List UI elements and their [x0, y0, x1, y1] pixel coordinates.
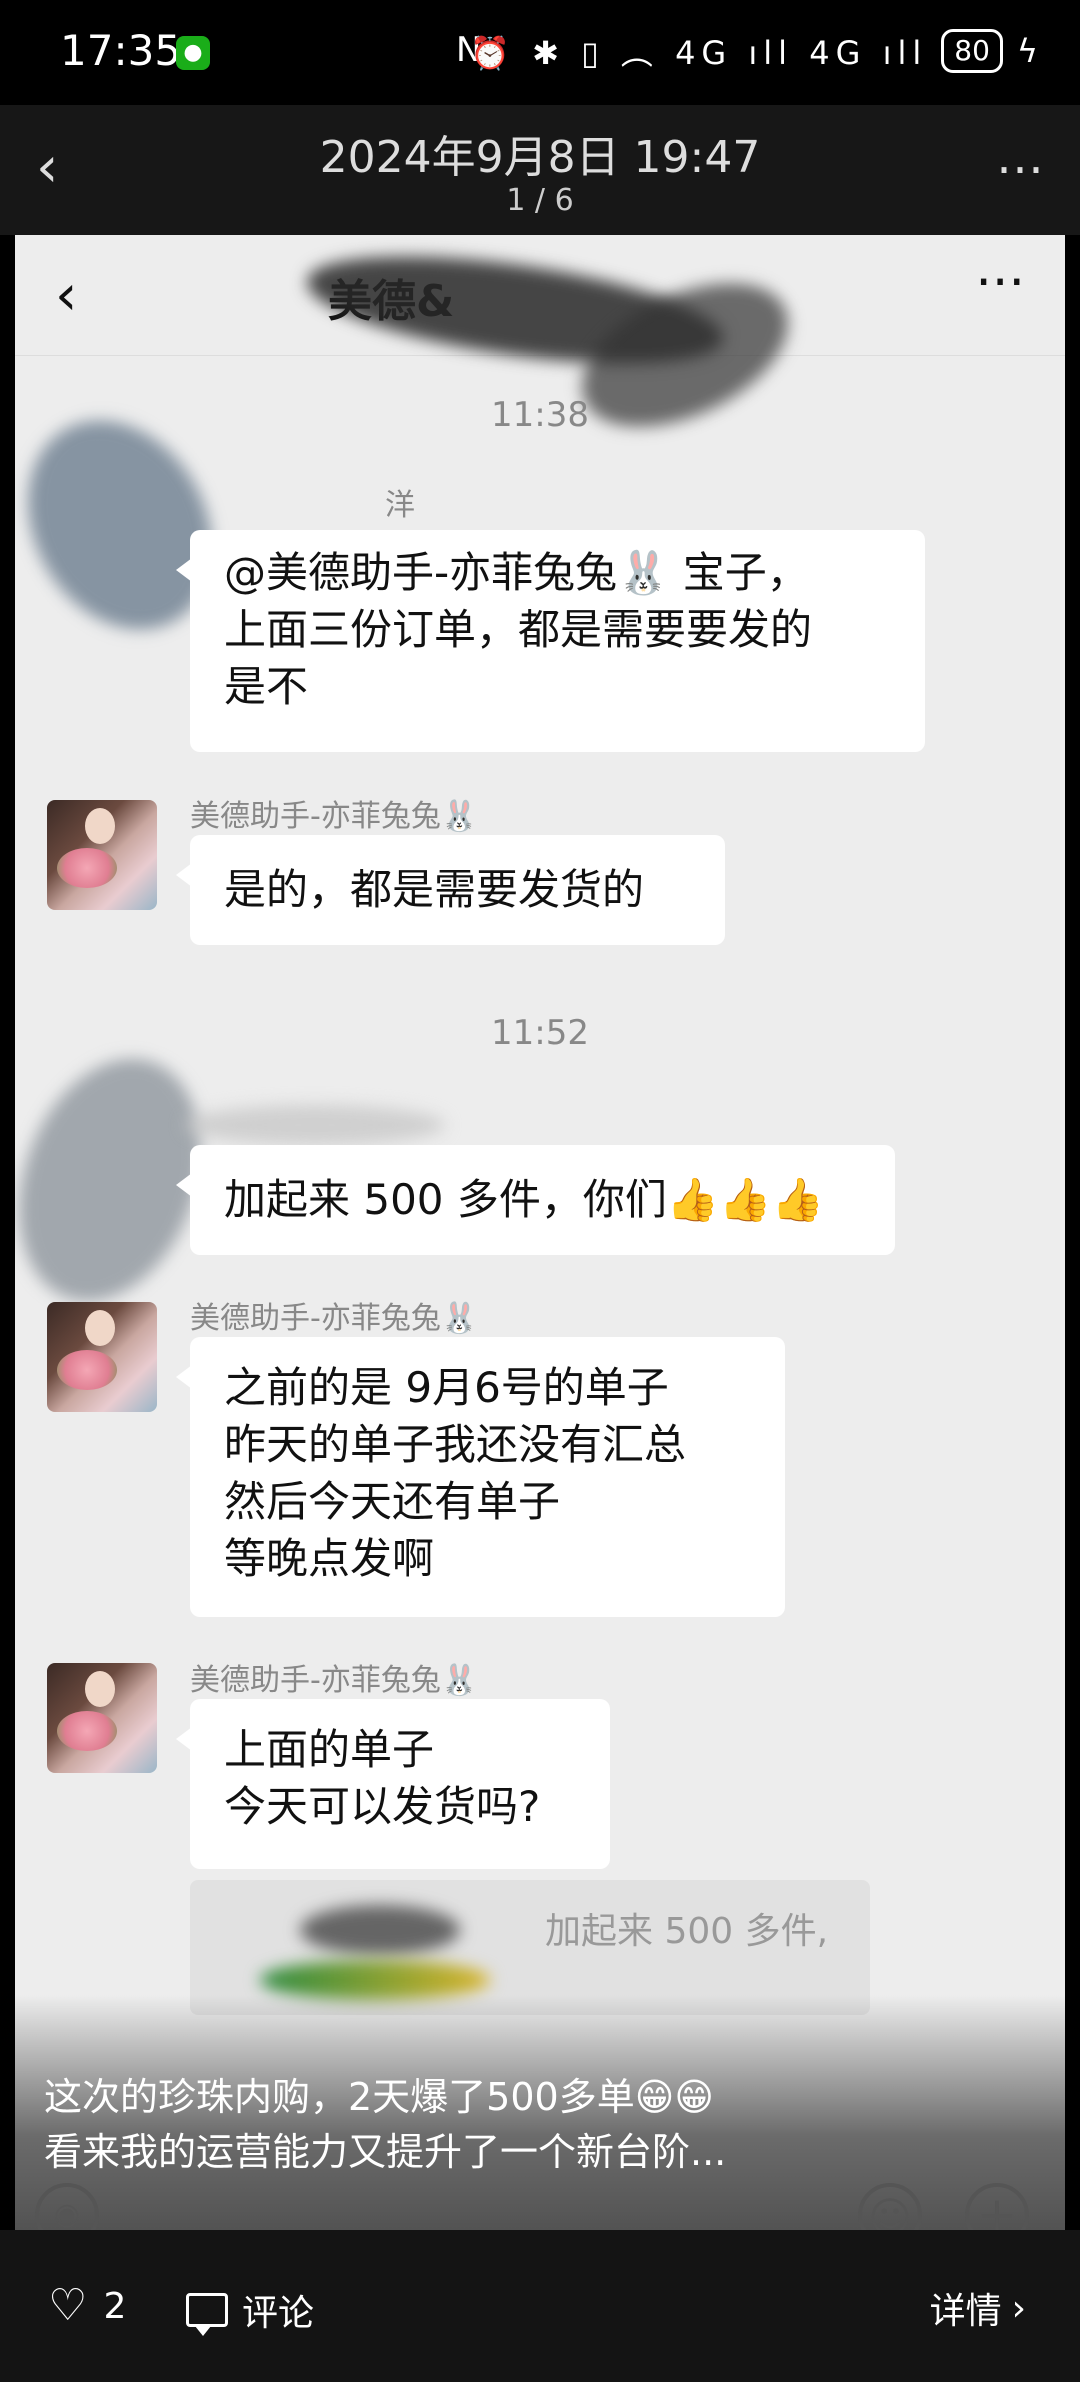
more-options-button[interactable]: ⋯	[996, 141, 1046, 197]
post-caption[interactable]: 这次的珍珠内购，2天爆了500多单😁😁 看来我的运营能力又提升了一个新台阶...	[44, 2070, 1044, 2180]
sender-name: 洋	[385, 488, 415, 523]
chat-timestamp: 11:52	[491, 1013, 589, 1053]
caption-line: 看来我的运营能力又提升了一个新台阶...	[44, 2130, 727, 2174]
message-bubble: @美德助手-亦菲兔兔🐰 宝子， 上面三份订单，都是需要要发的 是不	[176, 530, 925, 752]
status-time: 17:35	[60, 26, 182, 75]
message-bubble: 之前的是 9月6号的单子 昨天的单子我还没有汇总 然后今天还有单子 等晚点发啊	[176, 1337, 785, 1617]
post-date-title: 2024年9月8日 19:47	[319, 132, 761, 183]
like-count: 2	[103, 2285, 127, 2327]
battery-icon: 80	[941, 29, 1003, 73]
comment-label: 评论	[242, 2293, 315, 2334]
message-bubble: 加起来 500 多件，你们👍👍👍	[176, 1145, 895, 1255]
chat-back-icon: ‹	[55, 263, 78, 328]
sender-name: 美德助手-亦菲兔兔🐰	[190, 1301, 479, 1336]
sender-name: 美德助手-亦菲兔兔🐰	[190, 799, 479, 834]
status-icons: ⏰ ✱ ▯ ︵ 4G ıll 4G ıll 80 ϟ	[470, 28, 1044, 74]
viewer-top-bar: ‹ 2024年9月8日 19:47 1 / 6 ⋯	[0, 105, 1080, 235]
comment-button[interactable]: 评论	[186, 2284, 314, 2336]
avatar	[47, 800, 157, 910]
comment-icon	[186, 2293, 228, 2336]
heart-icon: ♡	[48, 2280, 88, 2331]
action-bar: ♡ 2 评论 详情 ›	[0, 2230, 1080, 2382]
avatar	[47, 1663, 157, 1773]
chat-screenshot-image[interactable]: ‹ 美德& ··· 11:38 洋 @美德助手-亦菲兔兔🐰 宝子， 上面三份订单…	[15, 235, 1065, 2230]
wechat-icon: ●	[176, 36, 210, 70]
signal-icons: ⏰ ✱ ▯ ︵ 4G ıll 4G ıll	[470, 34, 928, 72]
sender-name: 美德助手-亦菲兔兔🐰	[190, 1663, 479, 1698]
chat-timestamp: 11:38	[491, 395, 589, 435]
status-bar: 17:35 ● N ⏰ ✱ ▯ ︵ 4G ıll 4G ıll 80 ϟ	[0, 0, 1080, 105]
detail-button[interactable]: 详情 ›	[930, 2282, 1026, 2334]
quoted-text: 加起来 500 多件,	[545, 1911, 829, 1952]
message-bubble: 上面的单子 今天可以发货吗?	[176, 1699, 610, 1869]
redaction-scribble	[185, 1105, 445, 1145]
caption-line: 这次的珍珠内购，2天爆了500多单😁😁	[44, 2075, 714, 2119]
like-button[interactable]: ♡ 2	[48, 2284, 126, 2328]
redaction-scribble	[300, 1905, 460, 1955]
redaction-scribble	[260, 1960, 490, 2000]
page-indicator: 1 / 6	[506, 183, 574, 218]
chat-more-icon: ···	[975, 253, 1025, 313]
avatar	[47, 1302, 157, 1412]
detail-label: 详情	[929, 2291, 1002, 2332]
chevron-right-icon: ›	[1011, 2287, 1026, 2329]
charging-icon: ϟ	[1016, 32, 1044, 70]
message-bubble: 是的，都是需要发货的	[176, 835, 725, 945]
